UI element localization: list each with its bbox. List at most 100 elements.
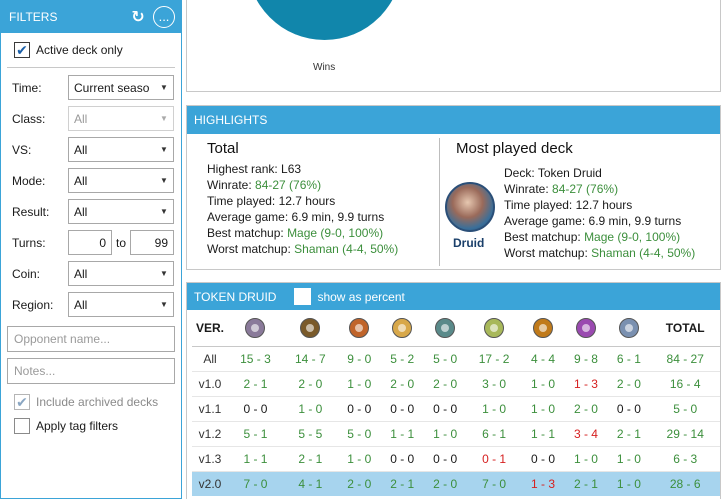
- show-as-percent-label: show as percent: [317, 289, 405, 304]
- highlights-header: HIGHLIGHTS: [187, 106, 720, 134]
- matchup-cell: 3 - 4: [564, 421, 608, 447]
- mode-select-value: All: [74, 173, 88, 188]
- deck-average-game: Average game: 6.9 min, 9.9 turns: [504, 214, 682, 228]
- total-stats: Total Highest rank: L63 Winrate: 84-27 (…: [207, 140, 398, 257]
- matchup-cell: 14 - 7: [282, 346, 338, 372]
- filter-vs: VS: All ▼: [7, 134, 175, 165]
- vs-select[interactable]: All ▼: [68, 137, 174, 162]
- matchup-cell: 6 - 1: [466, 421, 522, 447]
- turns-from-input[interactable]: 0: [68, 230, 112, 255]
- matchup-cell: 1 - 0: [423, 421, 467, 447]
- active-deck-only-label: Active deck only: [36, 43, 123, 57]
- checkmark-icon[interactable]: ✔: [14, 394, 30, 410]
- matchup-cell: 2 - 0: [282, 371, 338, 397]
- result-select[interactable]: All ▼: [68, 199, 174, 224]
- caret-down-icon: ▼: [160, 269, 168, 278]
- matchup-cell: 0 - 0: [423, 396, 467, 422]
- version-cell: v1.2: [192, 421, 228, 447]
- include-archived-checkbox[interactable]: ✔ Include archived decks: [7, 390, 175, 414]
- wins-chart-panel: Wins: [186, 0, 721, 92]
- turns-to-label: to: [115, 235, 126, 250]
- matchup-cell: 3 - 0: [466, 371, 522, 397]
- time-select[interactable]: Current seaso ▼: [68, 75, 174, 100]
- matchup-cell: 1 - 1: [521, 421, 565, 447]
- table-row[interactable]: v1.3 1 - 12 - 11 - 00 - 00 - 00 - 10 - 01…: [192, 446, 720, 472]
- matchup-cell: 17 - 2: [466, 346, 522, 372]
- filter-turns-label: Turns:: [12, 235, 46, 250]
- active-deck-only-checkbox[interactable]: ✔ Active deck only: [7, 38, 175, 62]
- apply-tag-filters-checkbox[interactable]: Apply tag filters: [7, 414, 175, 438]
- matchup-cell: 15 - 3: [228, 346, 283, 372]
- opponent-name-input[interactable]: Opponent name...: [7, 326, 175, 352]
- filters-title: FILTERS: [9, 9, 58, 24]
- matchup-cell: 2 - 1: [380, 471, 424, 496]
- mode-select[interactable]: All ▼: [68, 168, 174, 193]
- filter-region: Region: All ▼: [7, 289, 175, 320]
- turns-to-input[interactable]: 99: [130, 230, 174, 255]
- mage-icon: [349, 317, 370, 338]
- matchup-cell: 0 - 0: [337, 396, 381, 422]
- total-header: TOTAL: [650, 310, 720, 347]
- table-row[interactable]: v2.0 7 - 04 - 12 - 02 - 12 - 07 - 01 - 32…: [192, 471, 720, 496]
- priest-icon: [435, 317, 456, 338]
- total-best-matchup: Best matchup: Mage (9-0, 100%): [207, 226, 384, 240]
- filter-vs-label: VS:: [12, 142, 32, 157]
- matchup-cell: 0 - 1: [466, 446, 522, 472]
- class-select-value: All: [74, 111, 88, 126]
- most-played-stats: Deck: Token Druid Winrate: 84-27 (76%) T…: [504, 165, 695, 261]
- class-column-header: [466, 310, 522, 347]
- total-cell: 28 - 6: [650, 471, 720, 496]
- more-options-button[interactable]: ...: [153, 5, 175, 28]
- main-content: Wins HIGHLIGHTS Total Highest rank: L63 …: [186, 0, 721, 499]
- notes-input[interactable]: Notes...: [7, 358, 175, 384]
- matchup-cell: 4 - 4: [521, 346, 565, 372]
- token-druid-title: TOKEN DRUID: [194, 289, 277, 304]
- deck-worst-matchup: Worst matchup: Shaman (4-4, 50%): [504, 246, 696, 260]
- caret-down-icon: ▼: [160, 83, 168, 92]
- deck-name: Deck: Token Druid: [504, 166, 602, 180]
- most-played-heading: Most played deck: [456, 140, 573, 157]
- coin-select[interactable]: All ▼: [68, 261, 174, 286]
- warlock-icon: [575, 317, 596, 338]
- matchup-cell: 1 - 0: [337, 446, 381, 472]
- matchup-cell: 9 - 0: [337, 346, 381, 372]
- region-select-value: All: [74, 297, 88, 312]
- table-row[interactable]: v1.2 5 - 15 - 55 - 01 - 11 - 06 - 11 - 13…: [192, 421, 720, 447]
- matchup-cell: 0 - 0: [380, 396, 424, 422]
- total-cell: 5 - 0: [650, 396, 720, 422]
- matchup-cell: 5 - 0: [423, 346, 467, 372]
- deck-time-played: Time played: 12.7 hours: [504, 198, 633, 212]
- filter-result-label: Result:: [12, 204, 50, 219]
- version-cell: All: [192, 346, 228, 372]
- filter-result: Result: All ▼: [7, 196, 175, 227]
- highlights-panel: HIGHLIGHTS Total Highest rank: L63 Winra…: [186, 105, 721, 270]
- result-select-value: All: [74, 204, 88, 219]
- matchup-cell: 1 - 1: [380, 421, 424, 447]
- matchup-cell: 5 - 5: [282, 421, 338, 447]
- matchup-cell: 0 - 0: [380, 446, 424, 472]
- vs-select-value: All: [74, 142, 88, 157]
- filters-panel: FILTERS ↻ ... ✔ Active deck only Time: C…: [0, 0, 182, 499]
- matchup-cell: 2 - 0: [564, 396, 608, 422]
- table-row[interactable]: v1.0 2 - 12 - 01 - 02 - 02 - 03 - 01 - 01…: [192, 371, 720, 397]
- checkbox-box[interactable]: [14, 418, 30, 434]
- region-select[interactable]: All ▼: [68, 292, 174, 317]
- checkmark-icon[interactable]: ✔: [14, 42, 30, 58]
- total-heading: Total: [207, 140, 239, 157]
- divider: [7, 67, 175, 68]
- table-row[interactable]: All 15 - 3 14 - 79 - 05 - 25 - 0 17 - 24 - …: [192, 346, 720, 372]
- hunter-icon: [300, 317, 321, 338]
- filter-class-label: Class:: [12, 111, 46, 126]
- show-as-percent-checkbox[interactable]: [294, 288, 312, 305]
- table-row[interactable]: v1.1 0 - 01 - 00 - 00 - 00 - 01 - 01 - 02…: [192, 396, 720, 422]
- matchup-cell: 4 - 1: [282, 471, 338, 496]
- refresh-icon[interactable]: ↻: [127, 6, 149, 28]
- version-cell: v1.0: [192, 371, 228, 397]
- version-cell: v2.0: [192, 471, 228, 496]
- matchup-cell: 5 - 0: [337, 421, 381, 447]
- deck-class-caption: Druid: [453, 236, 485, 250]
- filter-time-label: Time:: [12, 80, 42, 95]
- matchup-cell: 1 - 0: [607, 446, 651, 472]
- paladin-icon: [392, 317, 413, 338]
- ver-header: VER.: [192, 310, 228, 347]
